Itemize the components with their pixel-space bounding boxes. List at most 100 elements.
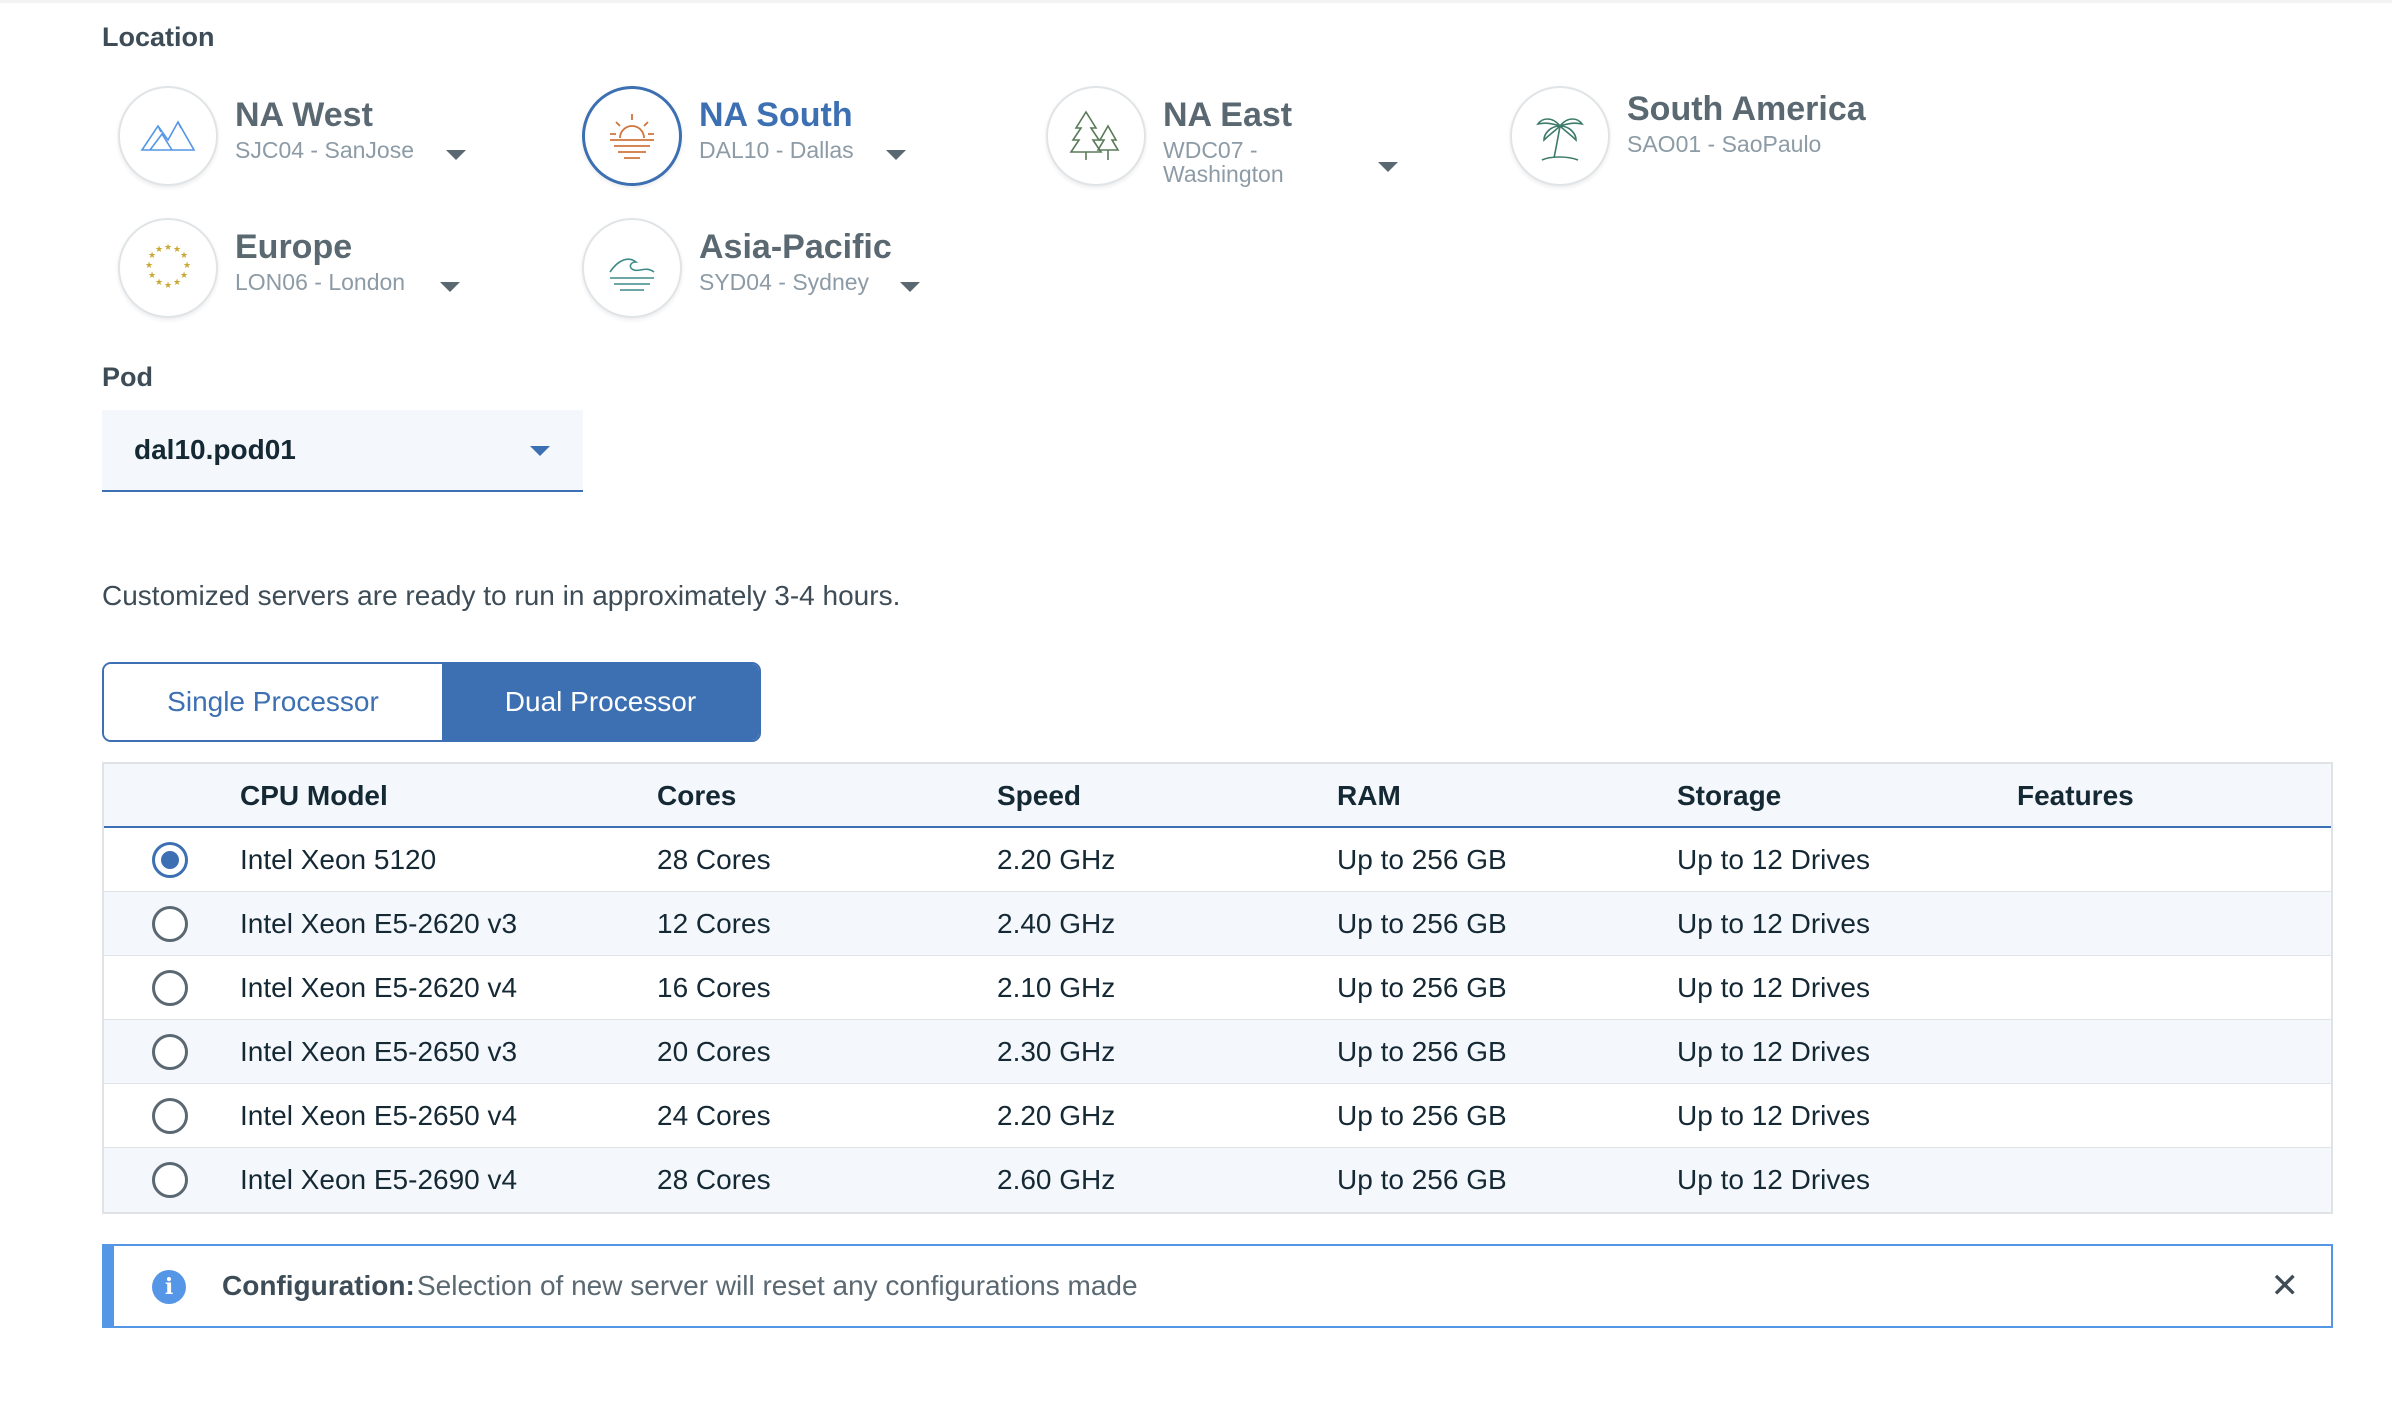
- table-row[interactable]: Intel Xeon E5-2690 v4 28 Cores 2.60 GHz …: [104, 1148, 2331, 1212]
- notification-title: Configuration:: [222, 1270, 415, 1301]
- cell-cores: 24 Cores: [657, 1100, 771, 1131]
- table-row[interactable]: Intel Xeon E5-2650 v4 24 Cores 2.20 GHz …: [104, 1084, 2331, 1148]
- trees-icon: [1046, 86, 1146, 186]
- cell-storage: Up to 12 Drives: [1677, 908, 1870, 939]
- top-divider: [0, 0, 2392, 3]
- cell-storage: Up to 12 Drives: [1677, 844, 1870, 875]
- table-row[interactable]: Intel Xeon E5-2650 v3 20 Cores 2.30 GHz …: [104, 1020, 2331, 1084]
- cell-speed: 2.30 GHz: [997, 1036, 1116, 1067]
- configuration-notification: i Configuration: Selection of new server…: [102, 1244, 2333, 1328]
- location-name: NA East: [1163, 96, 1293, 134]
- chevron-down-icon[interactable]: [886, 150, 906, 160]
- cell-cores: 28 Cores: [657, 844, 771, 875]
- waves-icon: [582, 218, 682, 318]
- processor-toggle: Single Processor Dual Processor: [102, 662, 761, 742]
- location-code: WDC07 - Washington: [1163, 137, 1284, 187]
- location-name: NA West: [235, 96, 373, 134]
- column-header-features: Features: [2017, 780, 2134, 811]
- row-radio[interactable]: [152, 1098, 188, 1134]
- pod-select-value: dal10.pod01: [134, 434, 296, 465]
- svg-text:★: ★: [164, 243, 172, 253]
- info-icon: i: [152, 1270, 186, 1304]
- svg-text:★: ★: [173, 278, 181, 288]
- location-name: Europe: [235, 228, 353, 266]
- table-row[interactable]: Intel Xeon E5-2620 v4 16 Cores 2.10 GHz …: [104, 956, 2331, 1020]
- cell-ram: Up to 256 GB: [1337, 972, 1507, 1003]
- cell-ram: Up to 256 GB: [1337, 844, 1507, 875]
- location-asia-pacific[interactable]: Asia-Pacific SYD04 - Sydney: [566, 218, 1006, 328]
- svg-text:★: ★: [148, 271, 156, 281]
- row-radio[interactable]: [152, 842, 188, 878]
- row-radio[interactable]: [152, 906, 188, 942]
- location-na-west[interactable]: NA West SJC04 - SanJose: [102, 86, 542, 196]
- cell-storage: Up to 12 Drives: [1677, 1164, 1870, 1195]
- chevron-down-icon[interactable]: [900, 282, 920, 292]
- row-radio[interactable]: [152, 1034, 188, 1070]
- column-header-storage: Storage: [1677, 780, 1782, 811]
- cell-cpu-model: Intel Xeon E5-2620 v4: [240, 972, 518, 1003]
- cell-cpu-model: Intel Xeon 5120: [240, 844, 437, 875]
- svg-text:★: ★: [155, 245, 163, 255]
- svg-text:★: ★: [145, 261, 153, 271]
- table-row[interactable]: Intel Xeon 5120 28 Cores 2.20 GHz Up to …: [104, 828, 2331, 892]
- chevron-down-icon[interactable]: [440, 282, 460, 292]
- chevron-down-icon[interactable]: [446, 150, 466, 160]
- location-code: SAO01 - SaoPaulo: [1627, 131, 1822, 157]
- cell-cores: 12 Cores: [657, 908, 771, 939]
- cpu-table: CPU Model Cores Speed RAM Storage Featur…: [102, 762, 2333, 1214]
- table-row[interactable]: Intel Xeon E5-2620 v3 12 Cores 2.40 GHz …: [104, 892, 2331, 956]
- cell-ram: Up to 256 GB: [1337, 908, 1507, 939]
- cell-speed: 2.10 GHz: [997, 972, 1116, 1003]
- location-code: SJC04 - SanJose: [235, 137, 414, 163]
- cell-storage: Up to 12 Drives: [1677, 1100, 1870, 1131]
- location-europe[interactable]: ★ ★ ★ ★ ★ ★ ★ ★ ★ ★ ★ ★ Europe LON06 - L…: [102, 218, 542, 328]
- row-radio[interactable]: [152, 970, 188, 1006]
- close-icon[interactable]: ✕: [2271, 1266, 2300, 1306]
- svg-text:★: ★: [155, 278, 163, 288]
- table-header: CPU Model Cores Speed RAM Storage Featur…: [104, 764, 2331, 828]
- cell-ram: Up to 256 GB: [1337, 1036, 1507, 1067]
- location-label: Location: [102, 22, 215, 52]
- column-header-cpu-model: CPU Model: [240, 780, 388, 811]
- cell-speed: 2.20 GHz: [997, 1100, 1116, 1131]
- column-header-ram: RAM: [1337, 780, 1401, 811]
- eu-stars-icon: ★ ★ ★ ★ ★ ★ ★ ★ ★ ★ ★ ★: [118, 218, 218, 318]
- cell-speed: 2.60 GHz: [997, 1164, 1116, 1195]
- svg-text:★: ★: [180, 251, 188, 261]
- ready-time-text: Customized servers are ready to run in a…: [102, 580, 901, 611]
- cell-cpu-model: Intel Xeon E5-2650 v4: [240, 1100, 518, 1131]
- mountains-icon: [118, 86, 218, 186]
- location-code: DAL10 - Dallas: [699, 137, 854, 163]
- location-name: Asia-Pacific: [699, 228, 892, 266]
- cell-cpu-model: Intel Xeon E5-2690 v4: [240, 1164, 518, 1195]
- svg-text:★: ★: [180, 271, 188, 281]
- location-name: South America: [1627, 90, 1866, 128]
- cell-speed: 2.40 GHz: [997, 908, 1116, 939]
- cell-cores: 16 Cores: [657, 972, 771, 1003]
- cell-storage: Up to 12 Drives: [1677, 972, 1870, 1003]
- pod-select[interactable]: dal10.pod01: [102, 410, 583, 492]
- location-na-south[interactable]: NA South DAL10 - Dallas: [566, 86, 1006, 196]
- svg-text:★: ★: [164, 281, 172, 291]
- chevron-down-icon[interactable]: [1378, 162, 1398, 172]
- cell-ram: Up to 256 GB: [1337, 1164, 1507, 1195]
- pod-label: Pod: [102, 362, 153, 392]
- cell-cpu-model: Intel Xeon E5-2650 v3: [240, 1036, 518, 1067]
- location-south-america[interactable]: South America SAO01 - SaoPaulo: [1494, 86, 1934, 196]
- chevron-down-icon: [530, 446, 550, 456]
- row-radio[interactable]: [152, 1162, 188, 1198]
- palm-tree-icon: [1510, 86, 1610, 186]
- location-name: NA South: [699, 96, 853, 134]
- cell-speed: 2.20 GHz: [997, 844, 1116, 875]
- cell-cores: 28 Cores: [657, 1164, 771, 1195]
- svg-text:★: ★: [183, 261, 191, 271]
- single-processor-option[interactable]: Single Processor: [104, 664, 442, 740]
- cell-cpu-model: Intel Xeon E5-2620 v3: [240, 908, 518, 939]
- notification-message: Selection of new server will reset any c…: [417, 1270, 1138, 1301]
- location-code: SYD04 - Sydney: [699, 269, 870, 295]
- dual-processor-option[interactable]: Dual Processor: [442, 664, 759, 740]
- column-header-speed: Speed: [997, 780, 1082, 811]
- cell-ram: Up to 256 GB: [1337, 1100, 1507, 1131]
- cell-cores: 20 Cores: [657, 1036, 771, 1067]
- location-na-east[interactable]: NA East WDC07 - Washington: [1030, 86, 1470, 196]
